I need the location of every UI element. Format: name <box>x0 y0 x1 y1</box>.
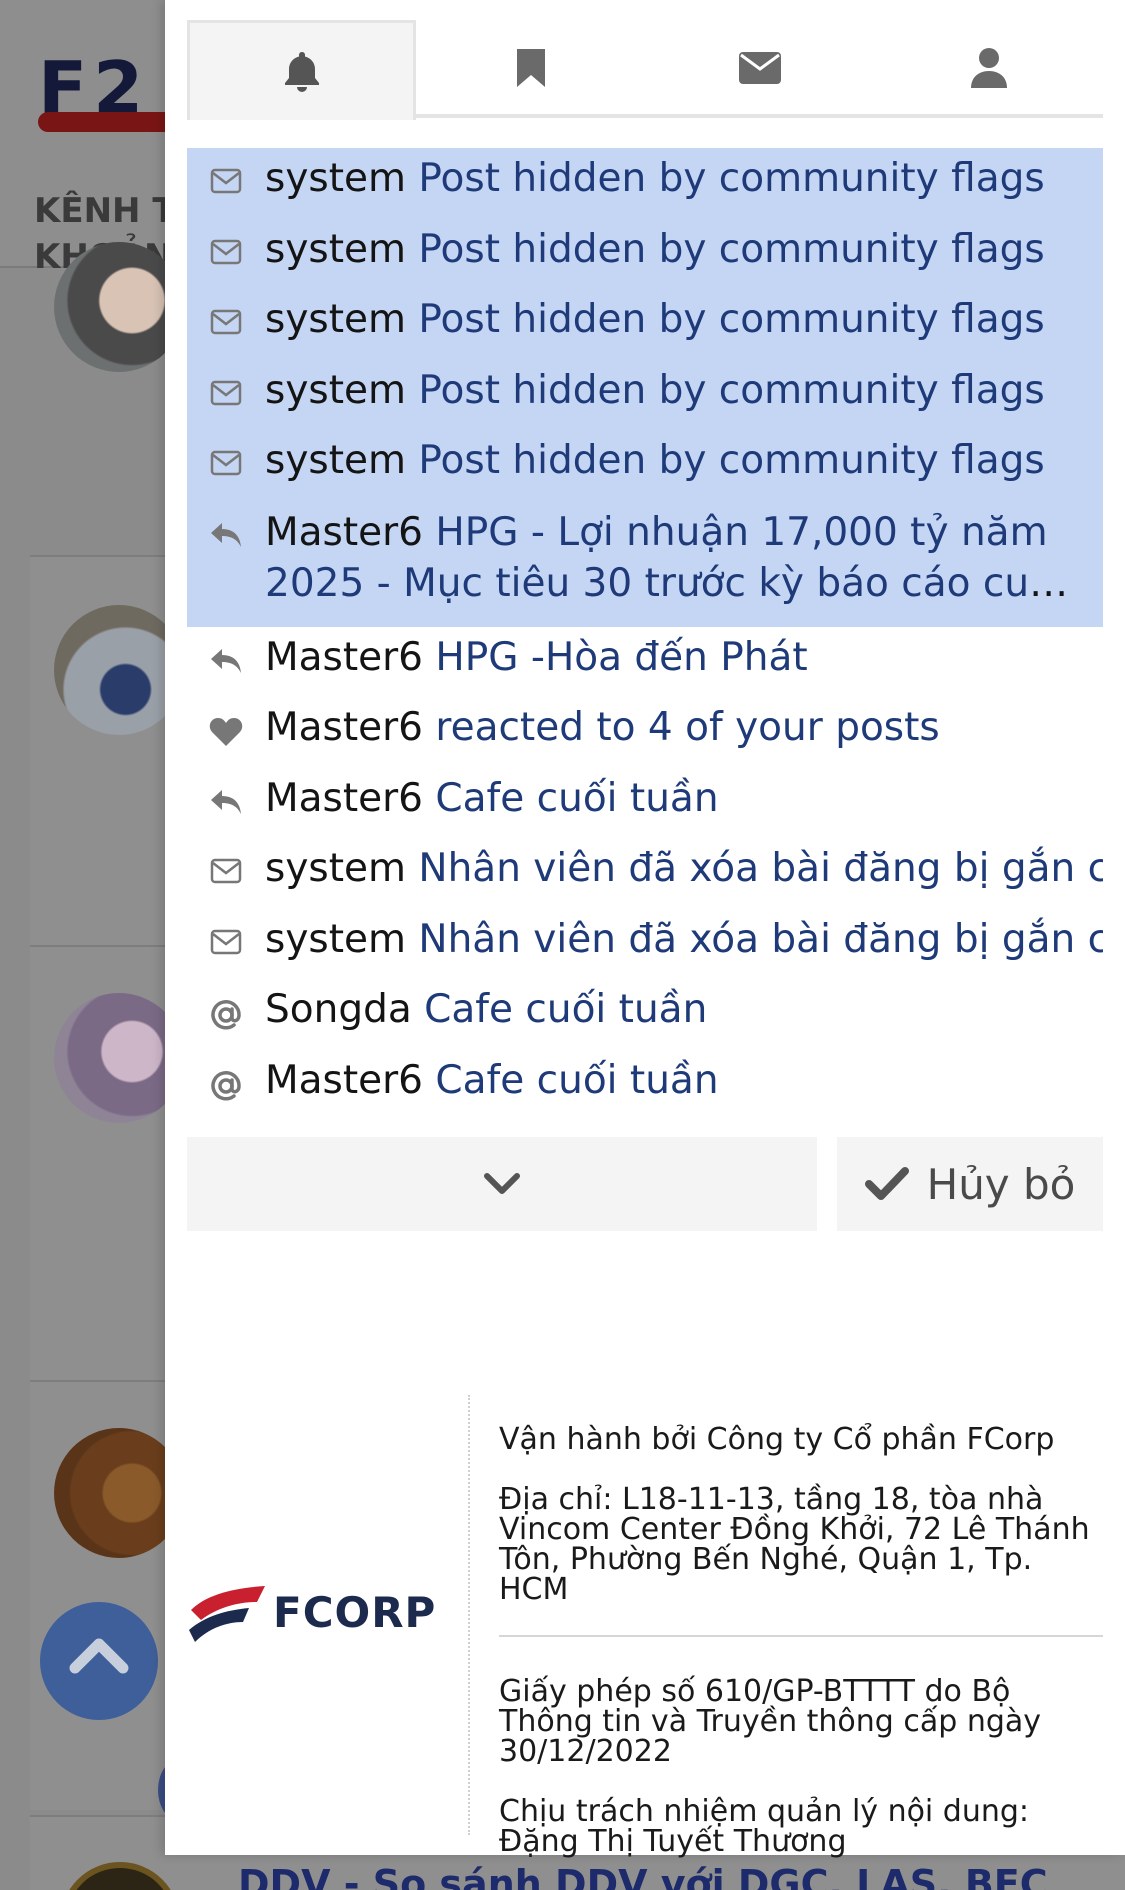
footer-responsible: Chịu trách nhiệm quản lý nội dung: Đặng … <box>499 1794 1030 1859</box>
load-more-button[interactable] <box>187 1137 817 1231</box>
cancel-button-label: Hủy bỏ <box>926 1159 1076 1209</box>
envelope-outline-icon <box>187 219 265 265</box>
notification-text: Master6 Cafe cuối tuần <box>265 768 1083 829</box>
footer-info: Vận hành bởi Công ty Cổ phần FCorp Địa c… <box>499 1425 1103 1887</box>
footer-operator: Vận hành bởi Công ty Cổ phần FCorp <box>499 1422 1055 1457</box>
notification-link[interactable]: reacted to 4 of your posts <box>435 705 939 750</box>
notification-user[interactable]: Master6 <box>265 510 423 555</box>
chevron-up-icon <box>69 1638 129 1674</box>
notification-user[interactable]: system <box>265 846 406 891</box>
notification-text: system Nhân viên đã xóa bài đăng bị gắn … <box>265 838 1103 899</box>
envelope-outline-icon <box>187 289 265 335</box>
notification-link[interactable]: Cafe cuối tuần <box>435 1058 718 1103</box>
tab-messages[interactable] <box>645 20 874 116</box>
fcorp-logo-mark <box>189 1586 265 1642</box>
notification-item[interactable]: system Nhân viên đã xóa bài đăng bị gắn … <box>187 838 1103 909</box>
tab-bookmarks[interactable] <box>416 20 645 116</box>
notification-link[interactable]: HPG -Hòa đến Phát <box>435 635 807 680</box>
reply-icon <box>187 501 265 549</box>
bookmark-icon <box>516 49 545 87</box>
notification-text: system Post hidden by community flags <box>265 360 1083 421</box>
notification-text: Master6 reacted to 4 of your posts <box>265 697 1083 758</box>
envelope-outline-icon <box>187 430 265 476</box>
notification-text: Songda Cafe cuối tuần <box>265 979 1083 1040</box>
notification-user[interactable]: system <box>265 297 406 342</box>
notification-item[interactable]: system Post hidden by community flags <box>187 148 1103 219</box>
notification-item[interactable]: Songda Cafe cuối tuần <box>187 979 1103 1050</box>
panel-tabs <box>187 20 1103 120</box>
bell-icon <box>284 51 319 92</box>
notification-link[interactable]: Post hidden by community flags <box>418 438 1044 483</box>
cancel-button[interactable]: Hủy bỏ <box>837 1137 1103 1231</box>
notification-item[interactable]: Master6 HPG - Lợi nhuận 17,000 tỷ năm 20… <box>187 500 1103 627</box>
user-icon <box>970 48 1007 88</box>
check-icon <box>864 1167 909 1200</box>
notification-user[interactable]: system <box>265 438 406 483</box>
footer-license: Giấy phép số 610/GP-BTTTT do Bộ Thông ti… <box>499 1674 1042 1769</box>
notification-link[interactable]: Cafe cuối tuần <box>424 987 707 1032</box>
footer-divider <box>468 1395 470 1835</box>
notification-link[interactable]: Cafe cuối tuần <box>435 776 718 821</box>
notification-user[interactable]: system <box>265 368 406 413</box>
scroll-to-top-button[interactable] <box>40 1602 158 1720</box>
notification-item[interactable]: system Post hidden by community flags <box>187 289 1103 360</box>
notification-item[interactable]: Master6 Cafe cuối tuần <box>187 1050 1103 1121</box>
notification-text: system Nhân viên đã xóa bài đăng bị gắn … <box>265 909 1103 970</box>
notification-item[interactable]: system Post hidden by community flags <box>187 218 1103 289</box>
notification-list: system Post hidden by community flags sys… <box>187 148 1103 1120</box>
notification-user[interactable]: Master6 <box>265 705 423 750</box>
notification-panel: system Post hidden by community flags sys… <box>165 0 1125 1857</box>
footer-separator <box>499 1635 1103 1637</box>
notification-link[interactable]: Post hidden by community flags <box>418 368 1044 413</box>
notification-item[interactable]: system Post hidden by community flags <box>187 359 1103 430</box>
envelope-icon <box>738 52 781 84</box>
notification-text: system Post hidden by community flags <box>265 289 1083 350</box>
tab-account[interactable] <box>874 20 1103 116</box>
notification-link[interactable]: Post hidden by community flags <box>418 227 1044 272</box>
notification-item[interactable]: system Nhân viên đã xóa bài đăng bị gắn … <box>187 909 1103 980</box>
notification-user[interactable]: system <box>265 156 406 201</box>
notification-text: system Post hidden by community flags <box>265 219 1083 280</box>
notification-text: Master6 Cafe cuối tuần <box>265 1050 1083 1111</box>
tab-notifications[interactable] <box>187 20 416 120</box>
notification-user[interactable]: system <box>265 917 406 962</box>
notification-actions: Hủy bỏ <box>187 1137 1103 1231</box>
notification-item[interactable]: system Post hidden by community flags <box>187 430 1103 501</box>
notification-user[interactable]: system <box>265 227 406 272</box>
notification-user[interactable]: Master6 <box>265 1058 423 1103</box>
notification-item[interactable]: Master6 reacted to 4 of your posts <box>187 697 1103 768</box>
at-icon <box>187 1050 265 1102</box>
envelope-outline-icon <box>187 838 265 884</box>
site-footer: FCORP Vận hành bởi Công ty Cổ phần FCorp… <box>187 1395 1103 1857</box>
notification-link[interactable]: Nhân viên đã xóa bài đăng bị gắn cờ <box>418 917 1103 962</box>
notification-text: system Post hidden by community flags <box>265 148 1083 209</box>
chevron-down-icon <box>484 1173 520 1194</box>
notification-item[interactable]: Master6 Cafe cuối tuần <box>187 768 1103 839</box>
envelope-outline-icon <box>187 909 265 955</box>
envelope-outline-icon <box>187 148 265 194</box>
notification-link[interactable]: Post hidden by community flags <box>418 156 1044 201</box>
notification-user[interactable]: Master6 <box>265 776 423 821</box>
footer-logo[interactable]: FCORP <box>187 1580 436 1644</box>
notification-text: Master6 HPG -Hòa đến Phát <box>265 627 1083 688</box>
notification-text: system Post hidden by community flags <box>265 430 1083 491</box>
notification-user[interactable]: Songda <box>265 987 412 1032</box>
at-icon <box>187 979 265 1031</box>
notification-user[interactable]: Master6 <box>265 635 423 680</box>
reply-icon <box>187 627 265 675</box>
site-logo-underline <box>38 112 178 132</box>
notification-text: Master6 HPG - Lợi nhuận 17,000 tỷ năm 20… <box>265 501 1083 614</box>
reply-icon <box>187 768 265 816</box>
footer-address: Địa chỉ: L18-11-13, tầng 18, tòa nhà Vin… <box>499 1482 1090 1607</box>
notification-item[interactable]: Master6 HPG -Hòa đến Phát <box>187 627 1103 698</box>
envelope-outline-icon <box>187 360 265 406</box>
notification-link[interactable]: Post hidden by community flags <box>418 297 1044 342</box>
heart-icon <box>187 697 265 747</box>
notification-link[interactable]: Nhân viên đã xóa bài đăng bị gắn cờ <box>418 846 1103 891</box>
footer-logo-text: FCORP <box>273 1587 437 1637</box>
